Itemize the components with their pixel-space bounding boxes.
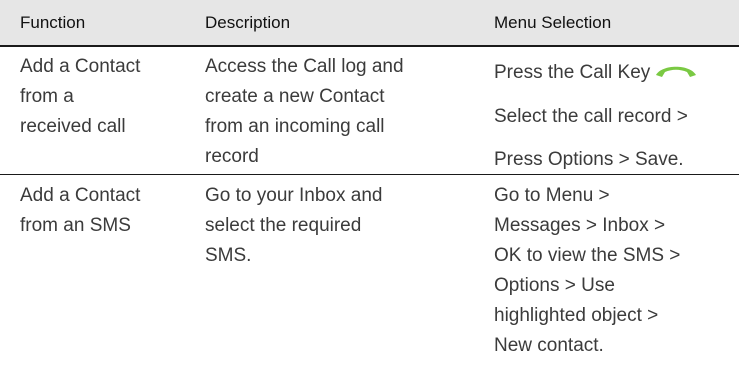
- table-header: Function Description Menu Selection: [0, 0, 739, 47]
- row2-menu-line: OK to view the SMS >: [494, 245, 681, 266]
- row1-menu-step-3: Press Options > Save.: [494, 149, 684, 170]
- row1-function-line: from a: [20, 86, 74, 107]
- header-description: Description: [205, 13, 291, 32]
- row1-function-line: Add a Contact: [20, 56, 141, 77]
- row1-description-line: Access the Call log and: [205, 56, 404, 77]
- row2-menu-line: Go to Menu >: [494, 185, 610, 206]
- row2-description-line: SMS.: [205, 245, 252, 266]
- call-key-icon: [654, 60, 698, 86]
- row2-description-line: Go to your Inbox and: [205, 185, 383, 206]
- row1-menu-step-1-text: Press the Call Key: [494, 62, 651, 84]
- row1-description-line: from an incoming call: [205, 116, 385, 137]
- row2-menu-line: highlighted object >: [494, 305, 659, 326]
- row2-menu-line: Options > Use: [494, 275, 615, 296]
- row2-function-line: Add a Contact: [20, 185, 141, 206]
- row2-menu-line: Messages > Inbox >: [494, 215, 666, 236]
- header-menu-selection: Menu Selection: [494, 13, 612, 32]
- row2-function-line: from an SMS: [20, 215, 131, 236]
- row1-menu-step-1: Press the Call Key: [494, 60, 698, 86]
- row1-description-line: create a new Contact: [205, 86, 385, 107]
- row2-description: Go to your Inbox and select the required…: [205, 181, 382, 271]
- header-function: Function: [20, 13, 86, 32]
- row-divider: [0, 174, 739, 175]
- row2-description-line: select the required: [205, 215, 362, 236]
- row2-menu: Go to Menu > Messages > Inbox > OK to vi…: [494, 181, 680, 361]
- row1-function-line: received call: [20, 116, 126, 137]
- row1-description-line: record: [205, 146, 259, 167]
- row1-menu-step-2: Select the call record >: [494, 106, 688, 127]
- row2-menu-line: New contact.: [494, 335, 604, 356]
- row1-description: Access the Call log and create a new Con…: [205, 52, 404, 172]
- row2-function: Add a Contact from an SMS: [20, 181, 140, 241]
- row1-function: Add a Contact from a received call: [20, 52, 140, 142]
